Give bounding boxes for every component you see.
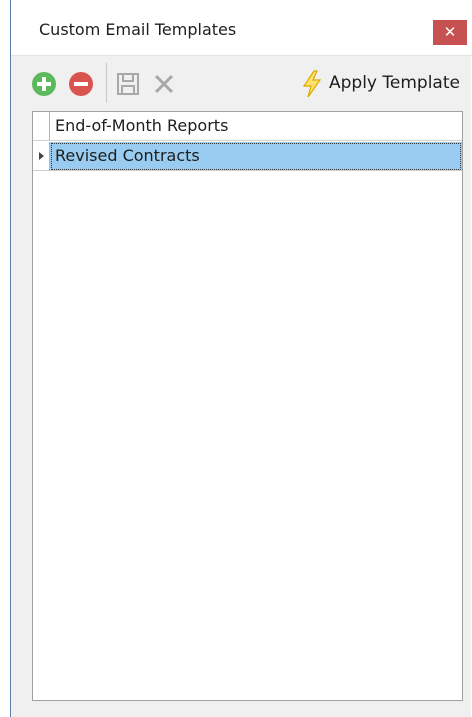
close-button[interactable]: ✕ — [433, 20, 467, 45]
minus-circle-icon — [69, 72, 93, 96]
table-row[interactable]: Revised Contracts — [33, 142, 462, 172]
template-name-cell[interactable]: End-of-Month Reports — [50, 112, 462, 141]
x-icon — [154, 74, 174, 94]
lightning-bolt-icon — [302, 70, 322, 98]
table-row[interactable]: End-of-Month Reports — [33, 112, 462, 142]
toolbar-separator — [106, 63, 107, 103]
custom-email-templates-window: Custom Email Templates ✕ Apply Template … — [10, 0, 472, 717]
row-indicator[interactable] — [33, 142, 50, 171]
remove-template-button[interactable] — [68, 71, 94, 97]
cancel-edit-button[interactable] — [151, 71, 177, 97]
template-name-cell[interactable]: Revised Contracts — [50, 142, 462, 171]
window-title: Custom Email Templates — [39, 20, 237, 39]
apply-template-button[interactable]: Apply Template — [298, 69, 470, 99]
current-row-arrow-icon — [39, 152, 44, 160]
apply-template-label: Apply Template — [329, 73, 460, 93]
add-template-button[interactable] — [31, 71, 57, 97]
floppy-disk-icon — [117, 73, 139, 95]
toolbar: Apply Template — [11, 57, 472, 109]
row-indicator[interactable] — [33, 112, 50, 141]
plus-circle-icon — [32, 72, 56, 96]
title-bar: Custom Email Templates ✕ — [11, 0, 472, 56]
templates-grid[interactable]: End-of-Month Reports Revised Contracts — [32, 111, 463, 701]
save-template-button[interactable] — [115, 71, 141, 97]
